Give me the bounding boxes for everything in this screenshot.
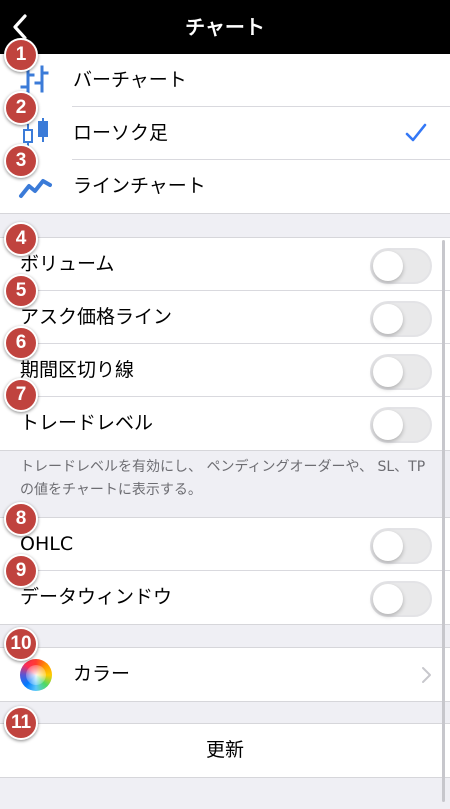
callout-badge: 6 <box>4 326 38 360</box>
color-wheel-icon <box>20 659 52 691</box>
trade-level-footnote: トレードレベルを有効にし、 ペンディングオーダーや、 SL、TP の値をチャート… <box>20 459 426 498</box>
chart-type-candlestick[interactable]: ローソク足 <box>0 107 450 160</box>
callout-badge: 1 <box>4 38 38 72</box>
callout-badge: 8 <box>4 502 38 536</box>
toggle-row-data-window: データウィンドウ <box>0 571 450 624</box>
ohlc-toggle[interactable] <box>370 528 432 564</box>
toggle-row-volume: ボリューム <box>0 238 450 291</box>
toggle-knob <box>373 251 403 281</box>
callout-badge: 7 <box>4 378 38 412</box>
callout-badge: 10 <box>4 627 38 661</box>
checkmark-icon <box>405 123 427 142</box>
scrollbar[interactable] <box>442 240 445 802</box>
toggle-knob <box>373 584 403 614</box>
chart-type-label: ローソク足 <box>73 122 169 144</box>
chart-type-bar[interactable]: バーチャート <box>0 54 450 107</box>
update-label: 更新 <box>205 739 244 761</box>
toggle-row-trade-level: トレードレベル <box>0 397 450 450</box>
period-separator-toggle[interactable] <box>370 354 432 390</box>
volume-toggle[interactable] <box>370 248 432 284</box>
callout-badge: 4 <box>4 222 38 256</box>
toggle-row-ask-line: アスク価格ライン <box>0 291 450 344</box>
toggle-row-ohlc: OHLC <box>0 518 450 571</box>
callout-badge: 2 <box>4 91 38 125</box>
callout-badge: 3 <box>4 144 38 178</box>
toggle-row-period-separator: 期間区切り線 <box>0 344 450 397</box>
callout-badge: 9 <box>4 554 38 588</box>
data-window-toggle[interactable] <box>370 581 432 617</box>
toggle-knob <box>373 357 403 387</box>
callout-badge: 5 <box>4 274 38 308</box>
toggle-knob <box>373 531 403 561</box>
color-row[interactable]: カラー <box>0 648 450 701</box>
chart-type-label: バーチャート <box>73 69 187 91</box>
toggle-knob <box>373 410 403 440</box>
ask-price-line-toggle[interactable] <box>370 301 432 337</box>
update-button[interactable]: 更新 <box>0 724 450 777</box>
chart-type-line[interactable]: ラインチャート <box>0 160 450 213</box>
page-title: チャート <box>185 15 265 39</box>
color-group: カラー <box>0 647 450 702</box>
chart-type-label: ラインチャート <box>73 175 206 197</box>
data-options-group: OHLC データウィンドウ <box>0 517 450 625</box>
callout-badge: 11 <box>4 706 38 740</box>
toggle-knob <box>373 304 403 334</box>
update-group: 更新 <box>0 723 450 778</box>
toggle-label: トレードレベル <box>20 412 154 434</box>
toggle-label: データウィンドウ <box>20 586 173 608</box>
display-options-group: ボリューム アスク価格ライン 期間区切り線 トレードレベル <box>0 237 450 451</box>
chart-type-group: バーチャート ローソク足 ラインチャート <box>0 54 450 214</box>
color-label: カラー <box>73 663 131 685</box>
trade-level-toggle[interactable] <box>370 407 432 443</box>
chevron-right-icon <box>422 667 431 683</box>
navigation-bar: チャート <box>0 0 450 54</box>
toggle-label: アスク価格ライン <box>20 306 173 328</box>
